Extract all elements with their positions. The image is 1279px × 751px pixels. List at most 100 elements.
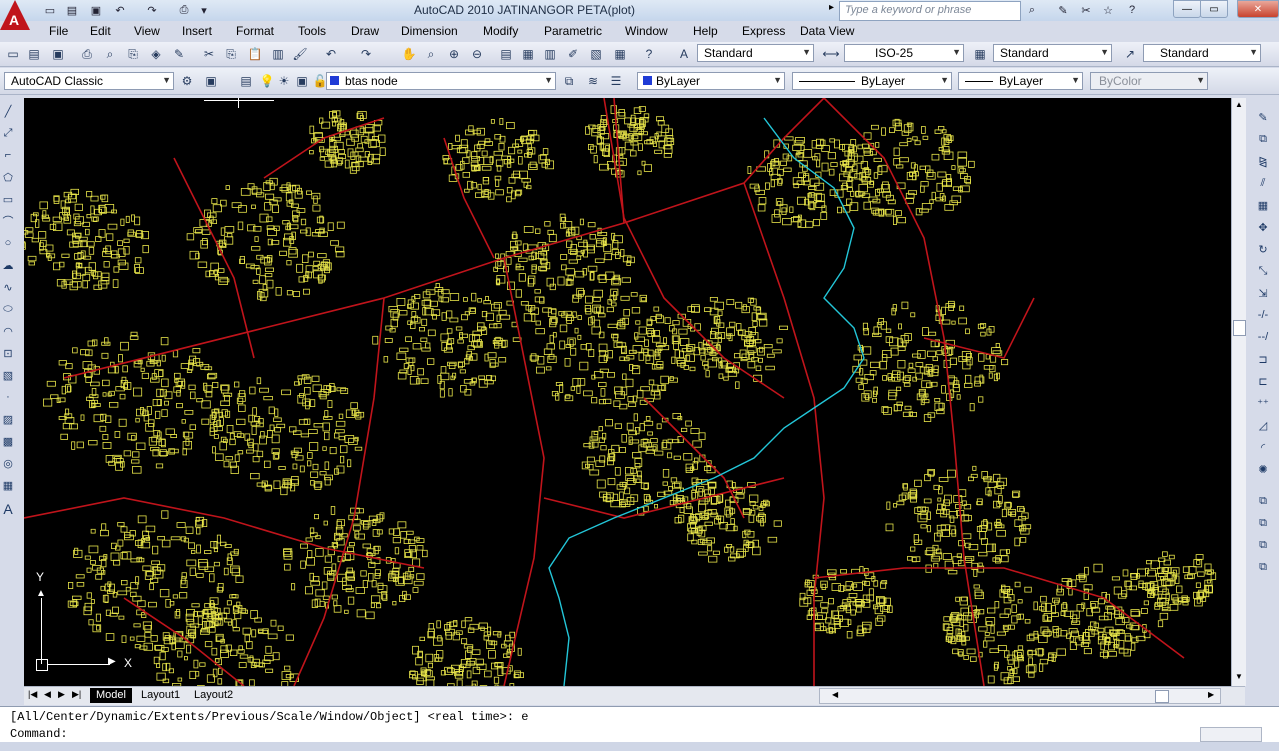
break-at-point-icon[interactable]: ⊐ bbox=[1256, 352, 1270, 366]
polygon-icon[interactable]: ⬠ bbox=[1, 170, 15, 184]
layer-states-icon[interactable]: ☰ bbox=[607, 72, 625, 90]
communication-center-icon[interactable]: ✂ bbox=[1078, 2, 1094, 18]
text-style-icon[interactable]: A bbox=[675, 45, 693, 63]
quickcalc-icon[interactable]: ▦ bbox=[611, 45, 629, 63]
subscription-center-icon[interactable]: ✎ bbox=[1055, 2, 1071, 18]
zoom-realtime-icon[interactable]: ⌕ bbox=[422, 45, 440, 63]
binoculars-icon[interactable]: ⌕ bbox=[1024, 2, 1040, 18]
properties-icon[interactable]: ▤ bbox=[497, 45, 515, 63]
draworder-above-icon[interactable]: ⧉ bbox=[1256, 538, 1270, 552]
plot-icon[interactable]: ⎙ bbox=[176, 2, 192, 18]
tab-layout2[interactable]: Layout2 bbox=[188, 688, 239, 703]
menu-tools[interactable]: Tools bbox=[298, 24, 326, 38]
command-prompt[interactable]: Command: bbox=[10, 727, 68, 741]
match-properties-icon[interactable]: 🖌 bbox=[291, 45, 309, 63]
menu-edit[interactable]: Edit bbox=[90, 24, 111, 38]
menu-file[interactable]: File bbox=[49, 24, 68, 38]
sheet-set-icon[interactable]: ✎ bbox=[170, 45, 188, 63]
menu-window[interactable]: Window bbox=[625, 24, 668, 38]
workspace-settings-icon[interactable]: ⚙ bbox=[178, 72, 196, 90]
viewport-freeze-icon[interactable]: ▣ bbox=[293, 72, 311, 90]
table-style-icon[interactable]: ▦ bbox=[971, 45, 989, 63]
scroll-up-icon[interactable]: ▲ bbox=[1235, 100, 1243, 109]
preview-icon[interactable]: ⌕ bbox=[101, 45, 119, 63]
menu-draw[interactable]: Draw bbox=[351, 24, 379, 38]
make-current-icon[interactable]: ⧉ bbox=[560, 72, 578, 90]
menu-express[interactable]: Express bbox=[742, 24, 785, 38]
polyline-icon[interactable]: ⌐ bbox=[1, 148, 15, 162]
customize-icon[interactable]: ▣ bbox=[202, 72, 220, 90]
new-file-icon[interactable]: ▭ bbox=[42, 2, 58, 18]
open-icon[interactable]: ▤ bbox=[25, 45, 43, 63]
insert-block-icon[interactable]: ⊡ bbox=[1, 346, 15, 360]
draworder-back-icon[interactable]: ⧉ bbox=[1256, 516, 1270, 530]
table-style-select[interactable]: Standard ▼ bbox=[993, 44, 1112, 62]
tab-first-icon[interactable]: |◀ bbox=[28, 689, 37, 700]
3d-dwf-icon[interactable]: ◈ bbox=[147, 45, 165, 63]
layer-previous-icon[interactable]: ≋ bbox=[584, 72, 602, 90]
chamfer-icon[interactable]: ◿ bbox=[1256, 418, 1270, 432]
scroll-down-icon[interactable]: ▼ bbox=[1235, 672, 1243, 681]
trim-icon[interactable]: -/- bbox=[1256, 308, 1270, 322]
point-icon[interactable]: · bbox=[1, 390, 15, 404]
search-expand-icon[interactable]: ▸ bbox=[829, 2, 834, 13]
plot-icon[interactable]: ⎙ bbox=[78, 45, 96, 63]
color-control-select[interactable]: ByLayer ▼ bbox=[637, 72, 785, 90]
autocad-logo-icon[interactable]: A bbox=[0, 0, 30, 30]
scroll-left-icon[interactable]: ◀ bbox=[832, 690, 838, 699]
layer-properties-icon[interactable]: ▤ bbox=[237, 72, 255, 90]
move-icon[interactable]: ✥ bbox=[1256, 220, 1270, 234]
explode-icon[interactable]: ✺ bbox=[1256, 462, 1270, 476]
mleader-style-select[interactable]: Standard ▼ bbox=[1143, 44, 1261, 62]
array-icon[interactable]: ▦ bbox=[1256, 198, 1270, 212]
menu-view[interactable]: View bbox=[134, 24, 160, 38]
region-icon[interactable]: ◎ bbox=[1, 456, 15, 470]
quick-access-dropdown-icon[interactable]: ▾ bbox=[196, 2, 212, 18]
menu-format[interactable]: Format bbox=[236, 24, 274, 38]
favorites-icon[interactable]: ☆ bbox=[1100, 2, 1116, 18]
paste-icon[interactable]: 📋 bbox=[246, 45, 264, 63]
publish-icon[interactable]: ⎘ bbox=[124, 45, 142, 63]
copy-icon[interactable]: ⎘ bbox=[222, 45, 240, 63]
menu-dimension[interactable]: Dimension bbox=[401, 24, 458, 38]
minimize-button[interactable]: — bbox=[1173, 0, 1201, 18]
dim-style-select[interactable]: ISO-25 ▼ bbox=[844, 44, 964, 62]
menu-data-view[interactable]: Data View bbox=[800, 24, 854, 38]
close-button[interactable]: ✕ bbox=[1237, 0, 1279, 18]
draworder-under-icon[interactable]: ⧉ bbox=[1256, 560, 1270, 574]
sheet-set-manager-icon[interactable]: ✐ bbox=[564, 45, 582, 63]
tab-next-icon[interactable]: ▶ bbox=[58, 689, 65, 700]
horizontal-scrollbar[interactable]: ◀ ▶ bbox=[819, 688, 1221, 704]
drawing-area[interactable]: Y ▲ ▶ X bbox=[24, 98, 1231, 686]
tab-layout1[interactable]: Layout1 bbox=[135, 688, 186, 703]
ellipse-arc-icon[interactable]: ◠ bbox=[1, 324, 15, 338]
join-icon[interactable]: ⁺⁺ bbox=[1256, 396, 1270, 410]
mirror-icon[interactable]: ⧎ bbox=[1256, 154, 1270, 168]
lineweight-control-select[interactable]: ByLayer ▼ bbox=[958, 72, 1083, 90]
stretch-icon[interactable]: ⇲ bbox=[1256, 286, 1270, 300]
menu-parametric[interactable]: Parametric bbox=[544, 24, 602, 38]
zoom-previous-icon[interactable]: ⊖ bbox=[468, 45, 486, 63]
revision-cloud-icon[interactable]: ☁ bbox=[1, 258, 15, 272]
gradient-icon[interactable]: ▩ bbox=[1, 434, 15, 448]
rectangle-icon[interactable]: ▭ bbox=[1, 192, 15, 206]
layer-select[interactable]: btas node ▼ bbox=[326, 72, 556, 90]
sun-icon[interactable]: ☀ bbox=[275, 72, 293, 90]
vertical-scroll-thumb[interactable] bbox=[1233, 320, 1246, 336]
offset-icon[interactable]: ⫽ bbox=[1256, 176, 1270, 190]
ellipse-icon[interactable]: ⬭ bbox=[1, 302, 15, 316]
tab-last-icon[interactable]: ▶| bbox=[72, 689, 81, 700]
spline-icon[interactable]: ∿ bbox=[1, 280, 15, 294]
design-center-icon[interactable]: ▦ bbox=[519, 45, 537, 63]
break-icon[interactable]: ⊏ bbox=[1256, 374, 1270, 388]
copy-with-basepoint-icon[interactable]: ▥ bbox=[269, 45, 287, 63]
line-icon[interactable]: ╱ bbox=[1, 104, 15, 118]
table-icon[interactable]: ▦ bbox=[1, 478, 15, 492]
save-icon[interactable]: ▣ bbox=[88, 2, 104, 18]
scroll-right-icon[interactable]: ▶ bbox=[1208, 690, 1214, 699]
help-icon[interactable]: ? bbox=[1124, 2, 1140, 18]
make-block-icon[interactable]: ▧ bbox=[1, 368, 15, 382]
text-style-select[interactable]: Standard ▼ bbox=[697, 44, 814, 62]
mleader-style-icon[interactable]: ↗ bbox=[1121, 45, 1139, 63]
tab-model[interactable]: Model bbox=[90, 688, 132, 703]
